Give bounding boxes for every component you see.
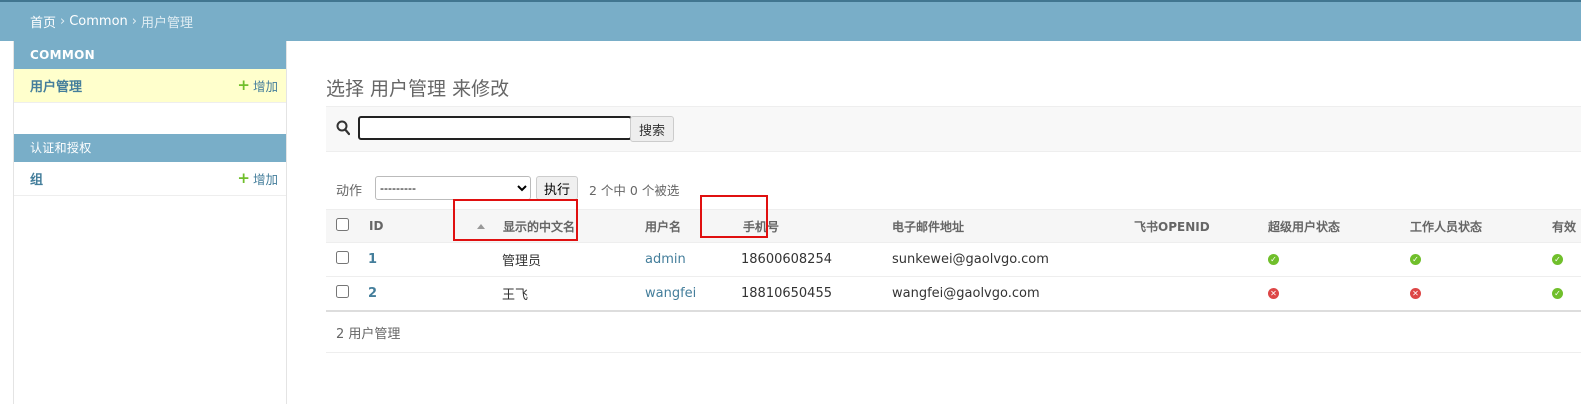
- page-title: 选择 用户管理 来修改: [326, 77, 510, 100]
- cell-feishu-openid: [1134, 276, 1268, 312]
- plus-icon: +: [237, 76, 250, 94]
- breadcrumb-app-link[interactable]: Common: [69, 14, 128, 29]
- search-icon: [336, 120, 350, 136]
- sidebar-add-group-link[interactable]: + 增加: [237, 169, 278, 188]
- actions-label: 动作: [336, 184, 363, 199]
- sidebar-item-users-link[interactable]: 用户管理: [30, 76, 82, 95]
- action-run-button[interactable]: 执行: [536, 176, 578, 200]
- cell-username: admin: [645, 242, 741, 277]
- header-id-label: ID: [369, 219, 384, 233]
- check-yes-icon: ✓: [1552, 254, 1563, 265]
- add-label: 增加: [252, 172, 278, 187]
- cell-display-name: 王飞: [491, 276, 645, 312]
- cell-active: ✓: [1552, 242, 1581, 277]
- highlight-box-display-name: [453, 199, 578, 241]
- sidebar-nav: COMMON 用户管理 + 增加 认证和授权 组 + 增加: [13, 41, 287, 404]
- breadcrumb-home-link[interactable]: 首页: [30, 12, 56, 31]
- cell-superuser: ✓: [1268, 242, 1410, 277]
- sidebar-module-caption-common[interactable]: COMMON: [14, 41, 286, 69]
- row-username-link[interactable]: admin: [645, 252, 686, 267]
- check-yes-icon: ✓: [1410, 254, 1421, 265]
- row-select-cell: [326, 276, 358, 312]
- cell-staff: ✕: [1410, 276, 1552, 312]
- header-select-all: [326, 209, 358, 243]
- row-id-link[interactable]: 1: [368, 252, 377, 267]
- breadcrumb-separator: ›: [131, 14, 137, 29]
- header-feishu-openid-label: 飞书OPENID: [1134, 219, 1210, 234]
- sidebar-item-users: 用户管理 + 增加: [14, 69, 286, 103]
- cell-id: 2: [358, 276, 491, 312]
- sidebar-add-user-link[interactable]: + 增加: [237, 76, 278, 95]
- sidebar-module-caption-auth[interactable]: 认证和授权: [14, 134, 286, 162]
- cell-email: sunkewei@gaolvgo.com: [892, 242, 1134, 277]
- cell-id: 1: [358, 242, 491, 277]
- highlight-box-phone: [700, 195, 768, 238]
- breadcrumb-separator: ›: [60, 14, 66, 29]
- header-staff-label: 工作人员状态: [1410, 219, 1483, 234]
- header-staff[interactable]: 工作人员状态: [1410, 209, 1552, 243]
- cell-phone: 18600608254: [741, 242, 892, 277]
- cell-username: wangfei: [645, 276, 741, 312]
- action-select[interactable]: ---------: [375, 176, 531, 200]
- sidebar-module-gap: [14, 103, 286, 134]
- cell-feishu-openid: [1134, 242, 1268, 277]
- cell-phone: 18810650455: [741, 276, 892, 312]
- action-selection-counter: 2 个中 0 个被选: [589, 183, 680, 198]
- search-toolbar: 搜索: [326, 106, 1581, 152]
- cross-no-icon: ✕: [1410, 288, 1421, 299]
- header-active[interactable]: 有效: [1552, 209, 1581, 243]
- header-superuser-label: 超级用户状态: [1268, 219, 1341, 234]
- header-feishu-openid[interactable]: 飞书OPENID: [1134, 209, 1268, 243]
- check-yes-icon: ✓: [1552, 288, 1563, 299]
- breadcrumb: 首页 › Common › 用户管理: [0, 2, 1581, 41]
- cross-no-icon: ✕: [1268, 288, 1279, 299]
- header-active-label: 有效: [1552, 219, 1577, 234]
- table-row: 2 王飞 wangfei 18810650455 wangfei@gaolvgo…: [326, 276, 1581, 312]
- header-superuser[interactable]: 超级用户状态: [1268, 209, 1410, 243]
- search-input[interactable]: [358, 116, 632, 140]
- search-button[interactable]: 搜索: [630, 116, 674, 142]
- row-select-cell: [326, 242, 358, 277]
- cell-email: wangfei@gaolvgo.com: [892, 276, 1134, 312]
- cell-active: ✓: [1552, 276, 1581, 312]
- breadcrumb-current: 用户管理: [140, 16, 193, 31]
- cell-staff: ✓: [1410, 242, 1552, 277]
- cell-display-name: 管理员: [491, 242, 645, 277]
- select-all-checkbox[interactable]: [336, 218, 349, 231]
- header-email-label: 电子邮件地址: [892, 219, 965, 234]
- add-label: 增加: [252, 79, 278, 94]
- header-email[interactable]: 电子邮件地址: [892, 209, 1134, 243]
- row-id-link[interactable]: 2: [368, 286, 377, 301]
- row-username-link[interactable]: wangfei: [645, 286, 696, 301]
- paginator: 2 用户管理: [326, 311, 1581, 353]
- sidebar-item-groups-link[interactable]: 组: [30, 169, 43, 188]
- cell-superuser: ✕: [1268, 276, 1410, 312]
- check-yes-icon: ✓: [1268, 254, 1279, 265]
- table-row: 1 管理员 admin 18600608254 sunkewei@gaolvgo…: [326, 242, 1581, 277]
- header-username-label: 用户名: [645, 219, 682, 234]
- sidebar-item-groups: 组 + 增加: [14, 162, 286, 196]
- row-checkbox[interactable]: [336, 251, 349, 264]
- plus-icon: +: [237, 169, 250, 187]
- row-checkbox[interactable]: [336, 285, 349, 298]
